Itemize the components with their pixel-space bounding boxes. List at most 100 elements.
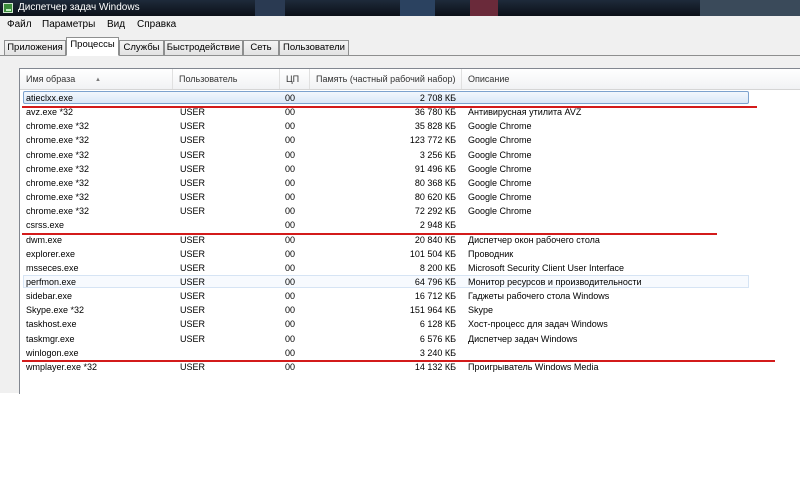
cpu-cell: 00 [285,177,296,188]
cpu-cell: 00 [285,220,296,231]
description-cell: Диспетчер задач Windows [468,333,578,344]
memory-cell: 72 292 КБ [414,206,456,217]
cpu-cell: 00 [285,248,296,259]
background-window-strip [470,0,498,16]
memory-cell: 16 712 КБ [414,291,456,302]
highlight-underline [22,233,717,235]
menu-view[interactable]: Вид [107,19,125,30]
background-window-strip [400,0,435,16]
memory-cell: 151 964 КБ [409,305,456,316]
memory-cell: 6 576 КБ [419,333,456,344]
user-cell: USER [180,319,206,330]
table-row[interactable]: chrome.exe *32 USER 00 80 620 КБ Google Chro… [20,190,800,204]
list-header: Имя образа ▲ Пользователь ЦП Память (час… [20,69,800,90]
tab-performance[interactable]: Быстродействие [164,40,243,55]
user-cell: USER [180,206,206,217]
process-name-cell: atieclxx.exe [26,93,74,103]
process-name-cell: chrome.exe *32 [26,206,90,217]
background-window-strip [700,0,800,16]
process-name-cell: chrome.exe *32 [26,163,90,174]
cpu-cell: 00 [285,149,296,160]
tab-applications[interactable]: Приложения [4,40,66,55]
memory-cell: 2 948 КБ [419,220,456,231]
process-name-cell: chrome.exe *32 [26,177,90,188]
table-row[interactable]: winlogon.exe 00 3 240 КБ [20,346,800,360]
process-list[interactable]: Имя образа ▲ Пользователь ЦП Память (час… [19,68,800,394]
process-name-cell: msseces.exe [26,262,79,273]
memory-cell: 80 620 КБ [414,192,456,203]
user-cell: USER [180,291,206,302]
menu-options[interactable]: Параметры [42,19,95,30]
memory-cell: 3 240 КБ [419,347,456,358]
tab-bar: Приложения Процессы Службы Быстродействи… [0,35,800,56]
process-name-cell: Skype.exe *32 [26,305,85,316]
tab-services[interactable]: Службы [119,40,164,55]
memory-cell: 6 128 КБ [419,319,456,330]
column-header-user[interactable]: Пользователь [173,69,280,89]
tab-processes[interactable]: Процессы [66,37,119,56]
description-cell: Гаджеты рабочего стола Windows [468,291,610,302]
table-row[interactable]: chrome.exe *32 USER 00 72 292 КБ Google Chro… [20,204,800,218]
user-cell: USER [180,163,206,174]
background-window-strip [255,0,285,16]
tab-network[interactable]: Сеть [243,40,279,55]
process-name-cell: sidebar.exe [26,291,73,302]
description-cell: Google Chrome [468,135,532,146]
user-cell: USER [180,276,206,287]
user-cell: USER [180,192,206,203]
process-name-cell: taskhost.exe [26,319,77,330]
highlight-underline [22,106,757,108]
column-header-cpu[interactable]: ЦП [280,69,310,89]
table-row[interactable]: explorer.exe USER 00 101 504 КБ Проводник [20,247,800,261]
cpu-cell: 00 [285,262,296,273]
user-cell: USER [180,135,206,146]
cpu-cell: 00 [285,192,296,203]
process-name-cell: winlogon.exe [26,347,79,358]
cpu-cell: 00 [285,319,296,330]
window-title: Диспетчер задач Windows [18,2,140,13]
description-cell: Google Chrome [468,177,532,188]
process-name-cell: chrome.exe *32 [26,121,90,132]
memory-cell: 8 200 КБ [419,262,456,273]
description-cell: Microsoft Security Client User Interface [468,262,625,273]
cpu-cell: 00 [285,305,296,316]
tab-users[interactable]: Пользователи [279,40,349,55]
description-cell: Skype [468,305,494,316]
cpu-cell: 00 [285,135,296,146]
user-cell: USER [180,248,206,259]
cpu-cell: 00 [285,333,296,344]
cpu-cell: 00 [285,276,296,287]
table-row[interactable]: taskmgr.exe USER 00 6 576 КБ Диспетчер задач… [20,332,800,346]
table-row[interactable]: sidebar.exe USER 00 16 712 КБ Гаджеты рабоче… [20,289,800,303]
memory-cell: 2 708 КБ [419,93,456,103]
memory-cell: 3 256 КБ [419,149,456,160]
table-row[interactable]: perfmon.exe USER 00 64 796 КБ Монитор ресурс… [20,274,800,289]
table-row[interactable]: chrome.exe *32 USER 00 35 828 КБ Google Chro… [20,119,800,133]
user-cell: USER [180,262,206,273]
table-row[interactable]: chrome.exe *32 USER 00 80 368 КБ Google Chro… [20,176,800,190]
title-bar: Диспетчер задач Windows [0,0,800,16]
table-row[interactable]: msseces.exe USER 00 8 200 КБ Microsoft Secur… [20,261,800,275]
table-row[interactable]: csrss.exe 00 2 948 КБ [20,218,800,232]
description-cell: Google Chrome [468,192,532,203]
table-row[interactable]: chrome.exe *32 USER 00 91 496 КБ Google Chro… [20,162,800,176]
highlight-underline [22,360,775,362]
menu-file[interactable]: Файл [7,19,32,30]
table-row[interactable]: chrome.exe *32 USER 00 3 256 КБ Google Chrom… [20,148,800,162]
table-row[interactable]: taskhost.exe USER 00 6 128 КБ Хост-процесс д… [20,317,800,331]
cpu-cell: 00 [285,347,296,358]
cpu-cell: 00 [285,121,296,132]
task-manager-icon [3,3,13,13]
table-row[interactable]: chrome.exe *32 USER 00 123 772 КБ Google Chr… [20,133,800,147]
column-header-memory[interactable]: Память (частный рабочий набор) [310,69,462,89]
menu-help[interactable]: Справка [137,19,176,30]
memory-cell: 101 504 КБ [409,248,456,259]
table-row[interactable]: atieclxx.exe 00 2 708 КБ [20,91,800,105]
table-row[interactable]: Skype.exe *32 USER 00 151 964 КБ Skype [20,303,800,317]
column-header-image-name[interactable]: Имя образа ▲ [20,69,173,89]
user-cell: USER [180,177,206,188]
description-cell: Google Chrome [468,163,532,174]
column-header-description[interactable]: Описание [462,69,762,89]
process-name-cell: perfmon.exe [26,276,77,287]
description-cell: Google Chrome [468,206,532,217]
